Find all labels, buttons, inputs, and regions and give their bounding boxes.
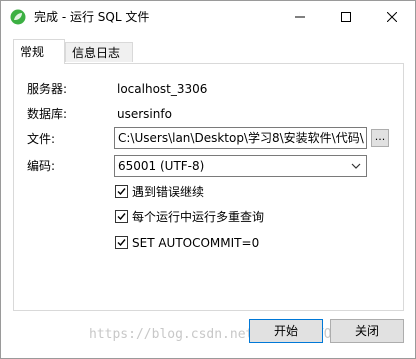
encoding-select[interactable]: 65001 (UTF-8) xyxy=(114,155,367,177)
autocommit-label: SET AUTOCOMMIT=0 xyxy=(132,236,260,250)
multiple-queries-label: 每个运行中运行多重查询 xyxy=(132,210,265,224)
tab-bar: 常规 信息日志 xyxy=(13,39,403,64)
chevron-down-icon xyxy=(351,163,361,169)
close-window-button[interactable] xyxy=(369,1,415,33)
run-sql-file-dialog: 完成 - 运行 SQL 文件 常规 信息日志 服务器: localhost_33… xyxy=(0,0,416,359)
database-value: usersinfo xyxy=(117,107,172,121)
minimize-button[interactable] xyxy=(277,1,323,33)
tab-info-log[interactable]: 信息日志 xyxy=(65,42,133,62)
title-bar[interactable]: 完成 - 运行 SQL 文件 xyxy=(1,1,415,33)
file-label: 文件: xyxy=(27,132,56,146)
checkmark-icon xyxy=(117,213,126,221)
database-label: 数据库: xyxy=(27,107,68,121)
window-title: 完成 - 运行 SQL 文件 xyxy=(34,10,150,24)
server-value: localhost_3306 xyxy=(117,82,208,96)
maximize-icon xyxy=(341,12,351,22)
multiple-queries-checkbox[interactable] xyxy=(115,210,128,223)
autocommit-checkbox[interactable] xyxy=(115,236,128,249)
start-button[interactable]: 开始 xyxy=(249,319,323,343)
continue-on-error-checkbox[interactable] xyxy=(115,185,128,198)
server-label: 服务器: xyxy=(27,82,68,96)
close-icon xyxy=(387,12,397,22)
continue-on-error-label: 遇到错误继续 xyxy=(132,185,205,199)
checkmark-icon xyxy=(117,239,126,247)
checkmark-icon xyxy=(117,188,126,196)
close-button[interactable]: 关闭 xyxy=(330,319,404,343)
maximize-button[interactable] xyxy=(323,1,369,33)
encoding-label: 编码: xyxy=(27,159,56,173)
minimize-icon xyxy=(295,16,305,18)
tab-panel-general xyxy=(13,63,404,311)
browse-file-button[interactable]: ... xyxy=(371,129,389,147)
encoding-selected-value: 65001 (UTF-8) xyxy=(118,159,205,173)
tab-general[interactable]: 常规 xyxy=(13,39,65,64)
file-path-field[interactable]: C:\Users\lan\Desktop\学习8\安装软件\代码\ xyxy=(114,127,367,149)
app-leaf-icon xyxy=(10,9,26,25)
